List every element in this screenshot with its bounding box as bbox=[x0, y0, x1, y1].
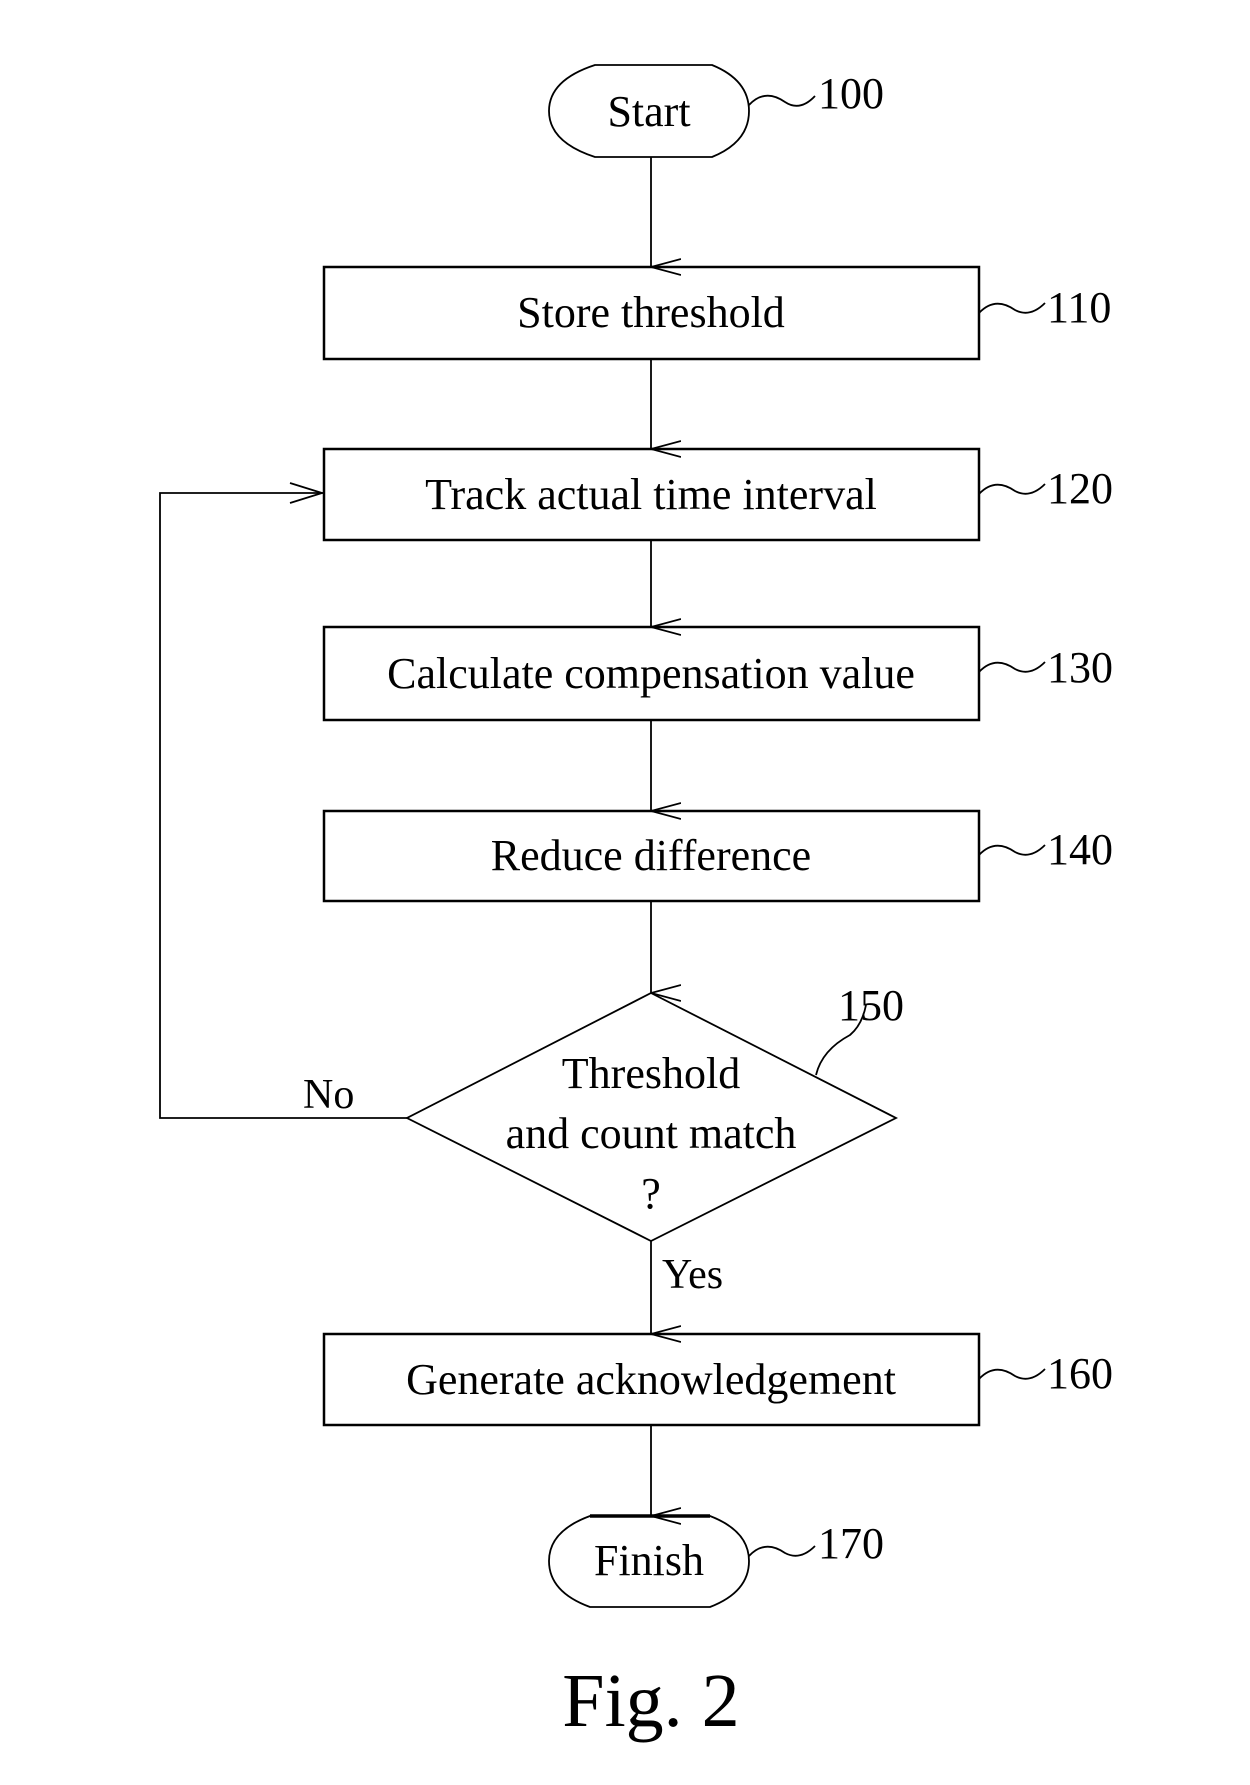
start-label: Start bbox=[607, 87, 690, 136]
process-box-store-threshold: Store threshold bbox=[322, 265, 981, 361]
store-threshold-label: Store threshold bbox=[517, 288, 785, 337]
ref-leader-130 bbox=[978, 661, 1046, 673]
finish-label: Finish bbox=[594, 1536, 704, 1585]
decision-line-1: Threshold bbox=[562, 1049, 740, 1098]
decision-line-3: ? bbox=[641, 1169, 661, 1218]
flowchart: Start 100 Store threshold 110 Track actu… bbox=[159, 64, 1113, 1743]
no-label: No bbox=[303, 1072, 354, 1118]
ref-number-100: 100 bbox=[818, 69, 884, 118]
decision-line-2: and count match bbox=[506, 1109, 797, 1158]
edge-no-loop-back bbox=[159, 492, 407, 1119]
decision-threshold-count-match: Threshold and count match ? bbox=[405, 991, 898, 1243]
ref-number-140: 140 bbox=[1047, 825, 1113, 874]
ref-number-170: 170 bbox=[818, 1519, 884, 1568]
process-box-generate-acknowledgement: Generate acknowledgement bbox=[322, 1332, 981, 1427]
process-box-track-interval: Track actual time interval bbox=[322, 447, 981, 542]
ref-leader-140 bbox=[978, 844, 1046, 856]
generate-acknowledgement-label: Generate acknowledgement bbox=[406, 1355, 896, 1404]
reduce-difference-label: Reduce difference bbox=[491, 831, 811, 880]
ref-leader-110 bbox=[978, 302, 1046, 314]
ref-number-120: 120 bbox=[1047, 464, 1113, 513]
ref-leader-100 bbox=[748, 94, 816, 107]
process-box-calculate-compensation: Calculate compensation value bbox=[322, 625, 981, 722]
ref-leader-170 bbox=[748, 1545, 816, 1557]
finish-terminal: Finish bbox=[548, 1514, 750, 1608]
yes-label: Yes bbox=[662, 1252, 723, 1298]
ref-number-130: 130 bbox=[1047, 643, 1113, 692]
ref-leader-120 bbox=[978, 483, 1046, 495]
figure-caption: Fig. 2 bbox=[562, 1659, 739, 1743]
start-terminal: Start bbox=[548, 64, 750, 158]
ref-number-110: 110 bbox=[1047, 283, 1111, 332]
calculate-compensation-label: Calculate compensation value bbox=[387, 649, 915, 698]
track-interval-label: Track actual time interval bbox=[425, 470, 877, 519]
process-box-reduce-difference: Reduce difference bbox=[322, 809, 981, 903]
ref-number-160: 160 bbox=[1047, 1349, 1113, 1398]
ref-number-150: 150 bbox=[838, 981, 904, 1030]
ref-leader-160 bbox=[978, 1368, 1046, 1380]
